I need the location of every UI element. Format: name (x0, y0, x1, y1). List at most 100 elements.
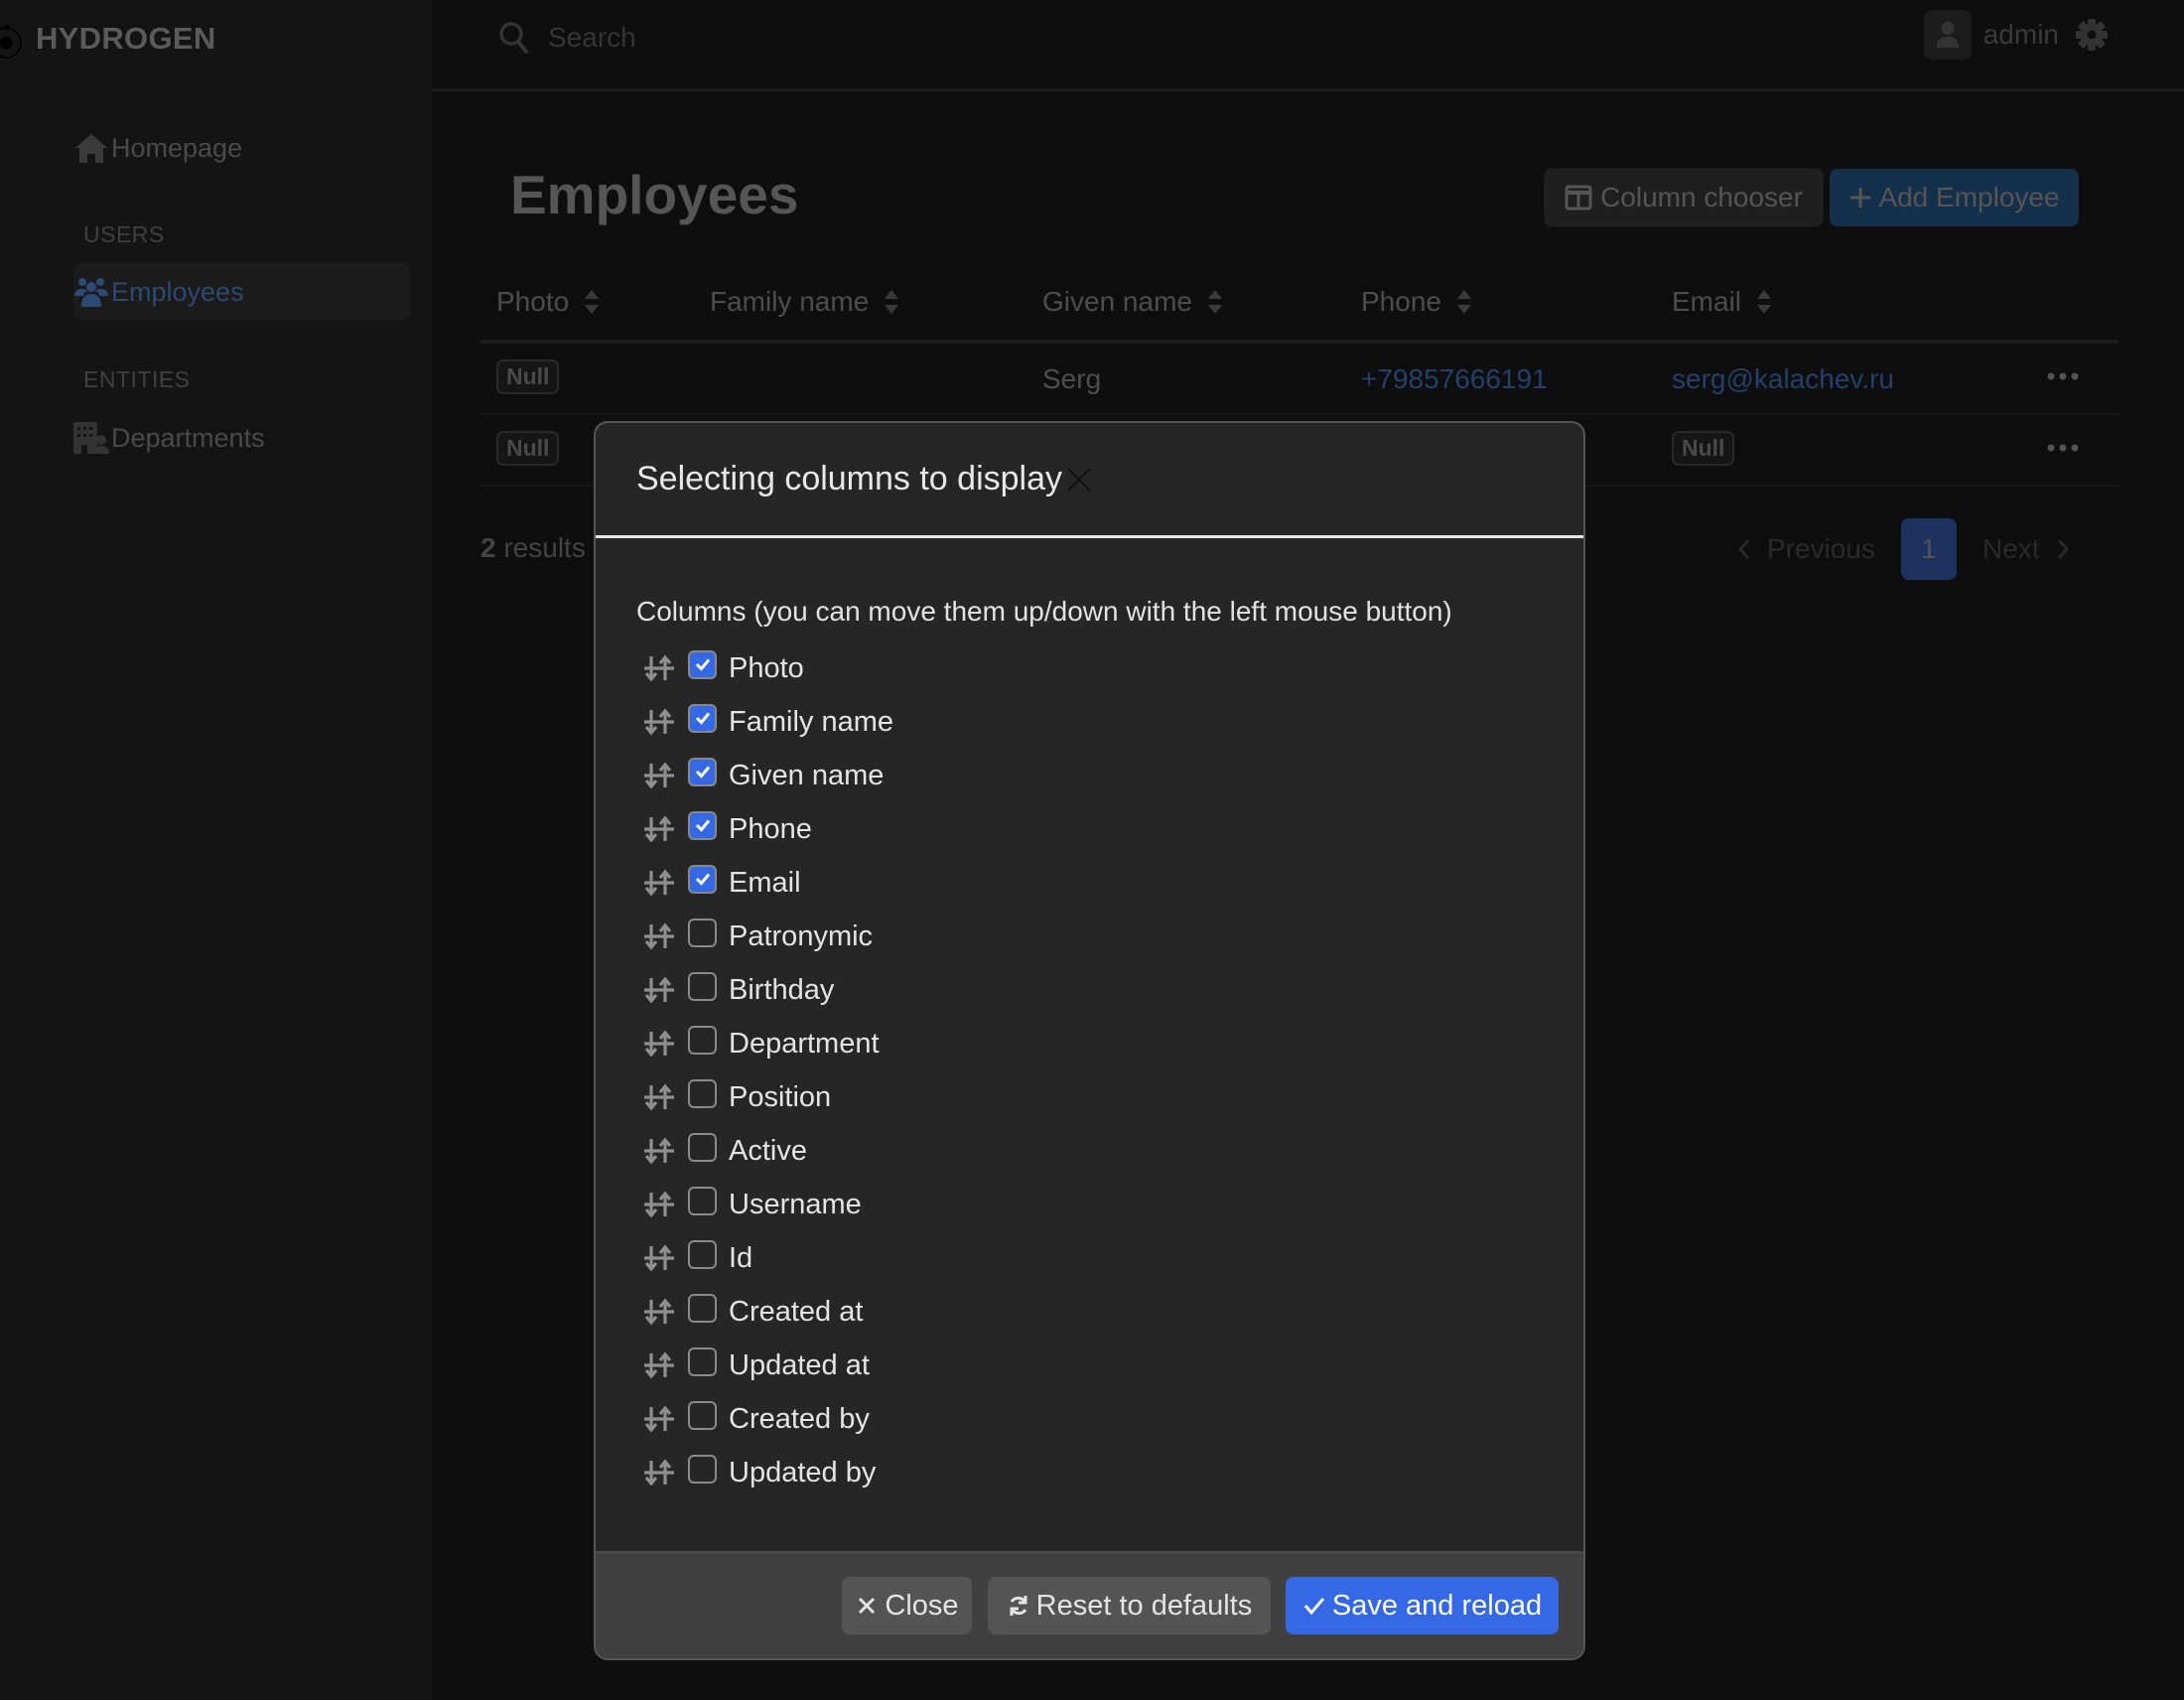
sort-arrows-icon[interactable] (642, 1080, 676, 1114)
column-option[interactable]: Family name (636, 695, 1583, 749)
column-header-photo[interactable]: Photo (496, 286, 601, 318)
sidebar-item-employees[interactable]: Employees (73, 264, 244, 320)
column-checkbox[interactable] (688, 1239, 717, 1269)
add-employee-button[interactable]: Add Employee (1830, 169, 2079, 226)
sort-arrows-icon[interactable] (642, 920, 676, 953)
column-checkbox[interactable] (688, 1293, 717, 1323)
sidebar-item-homepage[interactable]: Homepage (73, 120, 242, 176)
dialog-title: Selecting columns to display (636, 460, 1063, 497)
hydrogen-logo-icon (0, 25, 22, 59)
sort-arrows-icon[interactable] (642, 651, 676, 685)
pagination: Previous 1 Next (1737, 518, 2070, 580)
sort-arrows-icon[interactable] (642, 1027, 676, 1061)
search-icon (499, 22, 528, 54)
column-header-label: Phone (1361, 286, 1441, 317)
avatar[interactable] (1923, 10, 1972, 60)
close-icon[interactable] (1064, 465, 1094, 495)
column-option[interactable]: Email (636, 856, 1583, 910)
column-option[interactable]: Active (636, 1124, 1583, 1178)
search-box[interactable] (498, 18, 945, 58)
cell-phone-link[interactable]: +79857666191 (1361, 363, 1548, 395)
search-input[interactable] (548, 22, 945, 54)
column-checkbox[interactable] (688, 1186, 717, 1215)
column-checkbox[interactable] (688, 649, 717, 679)
sort-arrows-icon[interactable] (642, 705, 676, 739)
close-label: Close (885, 1589, 959, 1622)
column-header-family-name[interactable]: Family name (710, 286, 900, 318)
column-option[interactable]: Birthday (636, 963, 1583, 1017)
brand-name: HYDROGEN (36, 21, 216, 56)
column-checkbox[interactable] (688, 810, 717, 840)
sort-arrows-icon[interactable] (642, 1402, 676, 1436)
user-icon (1936, 21, 1959, 49)
column-list: Photo Family name Given name Phone Email Patr… (636, 641, 1583, 1499)
results-number: 2 (480, 532, 496, 563)
reset-to-defaults-button[interactable]: Reset to defaults (988, 1577, 1271, 1634)
save-and-reload-button[interactable]: Save and reload (1286, 1577, 1559, 1634)
sort-arrows-icon[interactable] (642, 1134, 676, 1168)
dialog-body: Columns (you can move them up/down with … (596, 538, 1583, 1499)
next-page-button[interactable]: Next (1982, 533, 2070, 565)
column-option[interactable]: Department (636, 1017, 1583, 1070)
column-option[interactable]: Position (636, 1070, 1583, 1124)
column-checkbox[interactable] (688, 1346, 717, 1376)
sort-arrows-icon[interactable] (642, 759, 676, 792)
column-checkbox[interactable] (688, 703, 717, 733)
more-options-icon[interactable] (2045, 435, 2085, 461)
column-checkbox[interactable] (688, 1454, 717, 1484)
sort-arrows-icon[interactable] (642, 1188, 676, 1221)
table-row[interactable]: Null Serg +79857666191 serg@kalachev.ru (480, 344, 2118, 415)
column-chooser-button[interactable]: Column chooser (1544, 168, 1824, 227)
close-button[interactable]: Close (842, 1577, 972, 1634)
sort-arrows-icon[interactable] (642, 1456, 676, 1489)
dialog-header: Selecting columns to display (596, 423, 1583, 538)
next-label: Next (1981, 533, 2040, 564)
previous-page-button[interactable]: Previous (1737, 533, 1875, 565)
column-option[interactable]: Created by (636, 1392, 1583, 1446)
column-option[interactable]: Created at (636, 1285, 1583, 1339)
checkmark-icon (695, 658, 710, 671)
sort-arrows-icon[interactable] (642, 1295, 676, 1329)
column-checkbox[interactable] (688, 1400, 717, 1430)
sort-arrows-icon[interactable] (642, 1241, 676, 1275)
column-checkbox[interactable] (688, 864, 717, 894)
column-checkbox[interactable] (688, 757, 717, 786)
photo-null-badge: Null (496, 431, 560, 466)
column-header-label: Email (1672, 286, 1742, 317)
dialog-hint: Columns (you can move them up/down with … (636, 596, 1452, 627)
column-header-given-name[interactable]: Given name (1042, 286, 1224, 318)
sort-arrows-icon[interactable] (642, 1348, 676, 1382)
column-option[interactable]: Given name (636, 749, 1583, 802)
sort-arrows-icon[interactable] (642, 866, 676, 900)
page-1-button[interactable]: 1 (1900, 518, 1957, 580)
column-header-email[interactable]: Email (1672, 286, 1773, 318)
column-option[interactable]: Id (636, 1231, 1583, 1285)
user-menu[interactable]: admin (1923, 10, 2109, 60)
column-option[interactable]: Photo (636, 641, 1583, 695)
topbar: admin (431, 0, 2184, 91)
save-label: Save and reload (1331, 1589, 1543, 1622)
column-option[interactable]: Patronymic (636, 910, 1583, 963)
column-option[interactable]: Updated at (636, 1339, 1583, 1392)
cell-email-link[interactable]: serg@kalachev.ru (1672, 363, 1894, 395)
column-option[interactable]: Username (636, 1178, 1583, 1231)
column-option-label: Position (729, 1080, 832, 1113)
gear-icon[interactable] (2075, 18, 2109, 52)
column-checkbox[interactable] (688, 1132, 717, 1162)
sidebar-item-departments[interactable]: Departments (73, 410, 265, 466)
home-icon (75, 134, 107, 163)
column-checkbox[interactable] (688, 1078, 717, 1108)
column-checkbox[interactable] (688, 971, 717, 1001)
user-name[interactable]: admin (1983, 19, 2059, 51)
column-option[interactable]: Phone (636, 802, 1583, 856)
more-options-icon[interactable] (2045, 363, 2085, 389)
brand[interactable]: HYDROGEN (0, 14, 216, 64)
column-checkbox[interactable] (688, 1025, 717, 1055)
column-option[interactable]: Updated by (636, 1446, 1583, 1499)
sort-arrows-icon[interactable] (642, 812, 676, 846)
column-option-label: Updated at (729, 1348, 870, 1381)
column-header-phone[interactable]: Phone (1361, 286, 1473, 318)
sort-icon (1207, 290, 1222, 314)
sort-arrows-icon[interactable] (642, 973, 676, 1007)
column-checkbox[interactable] (688, 918, 717, 947)
